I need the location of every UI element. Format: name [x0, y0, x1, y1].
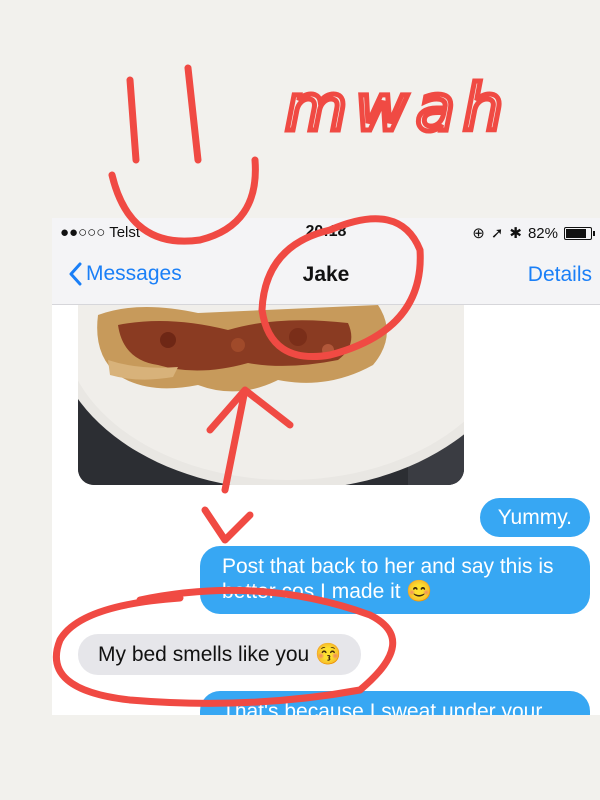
- circle-around-name: [258, 215, 424, 360]
- circle-around-message: [52, 586, 397, 707]
- handwritten-annotations: mwah: [52, 64, 511, 707]
- smiley-eye-right: [184, 64, 202, 164]
- handwritten-text: mwah: [285, 72, 511, 146]
- smiley-eye-left: [126, 76, 140, 164]
- smiley-mouth: [108, 156, 259, 245]
- double-arrow: [201, 386, 294, 544]
